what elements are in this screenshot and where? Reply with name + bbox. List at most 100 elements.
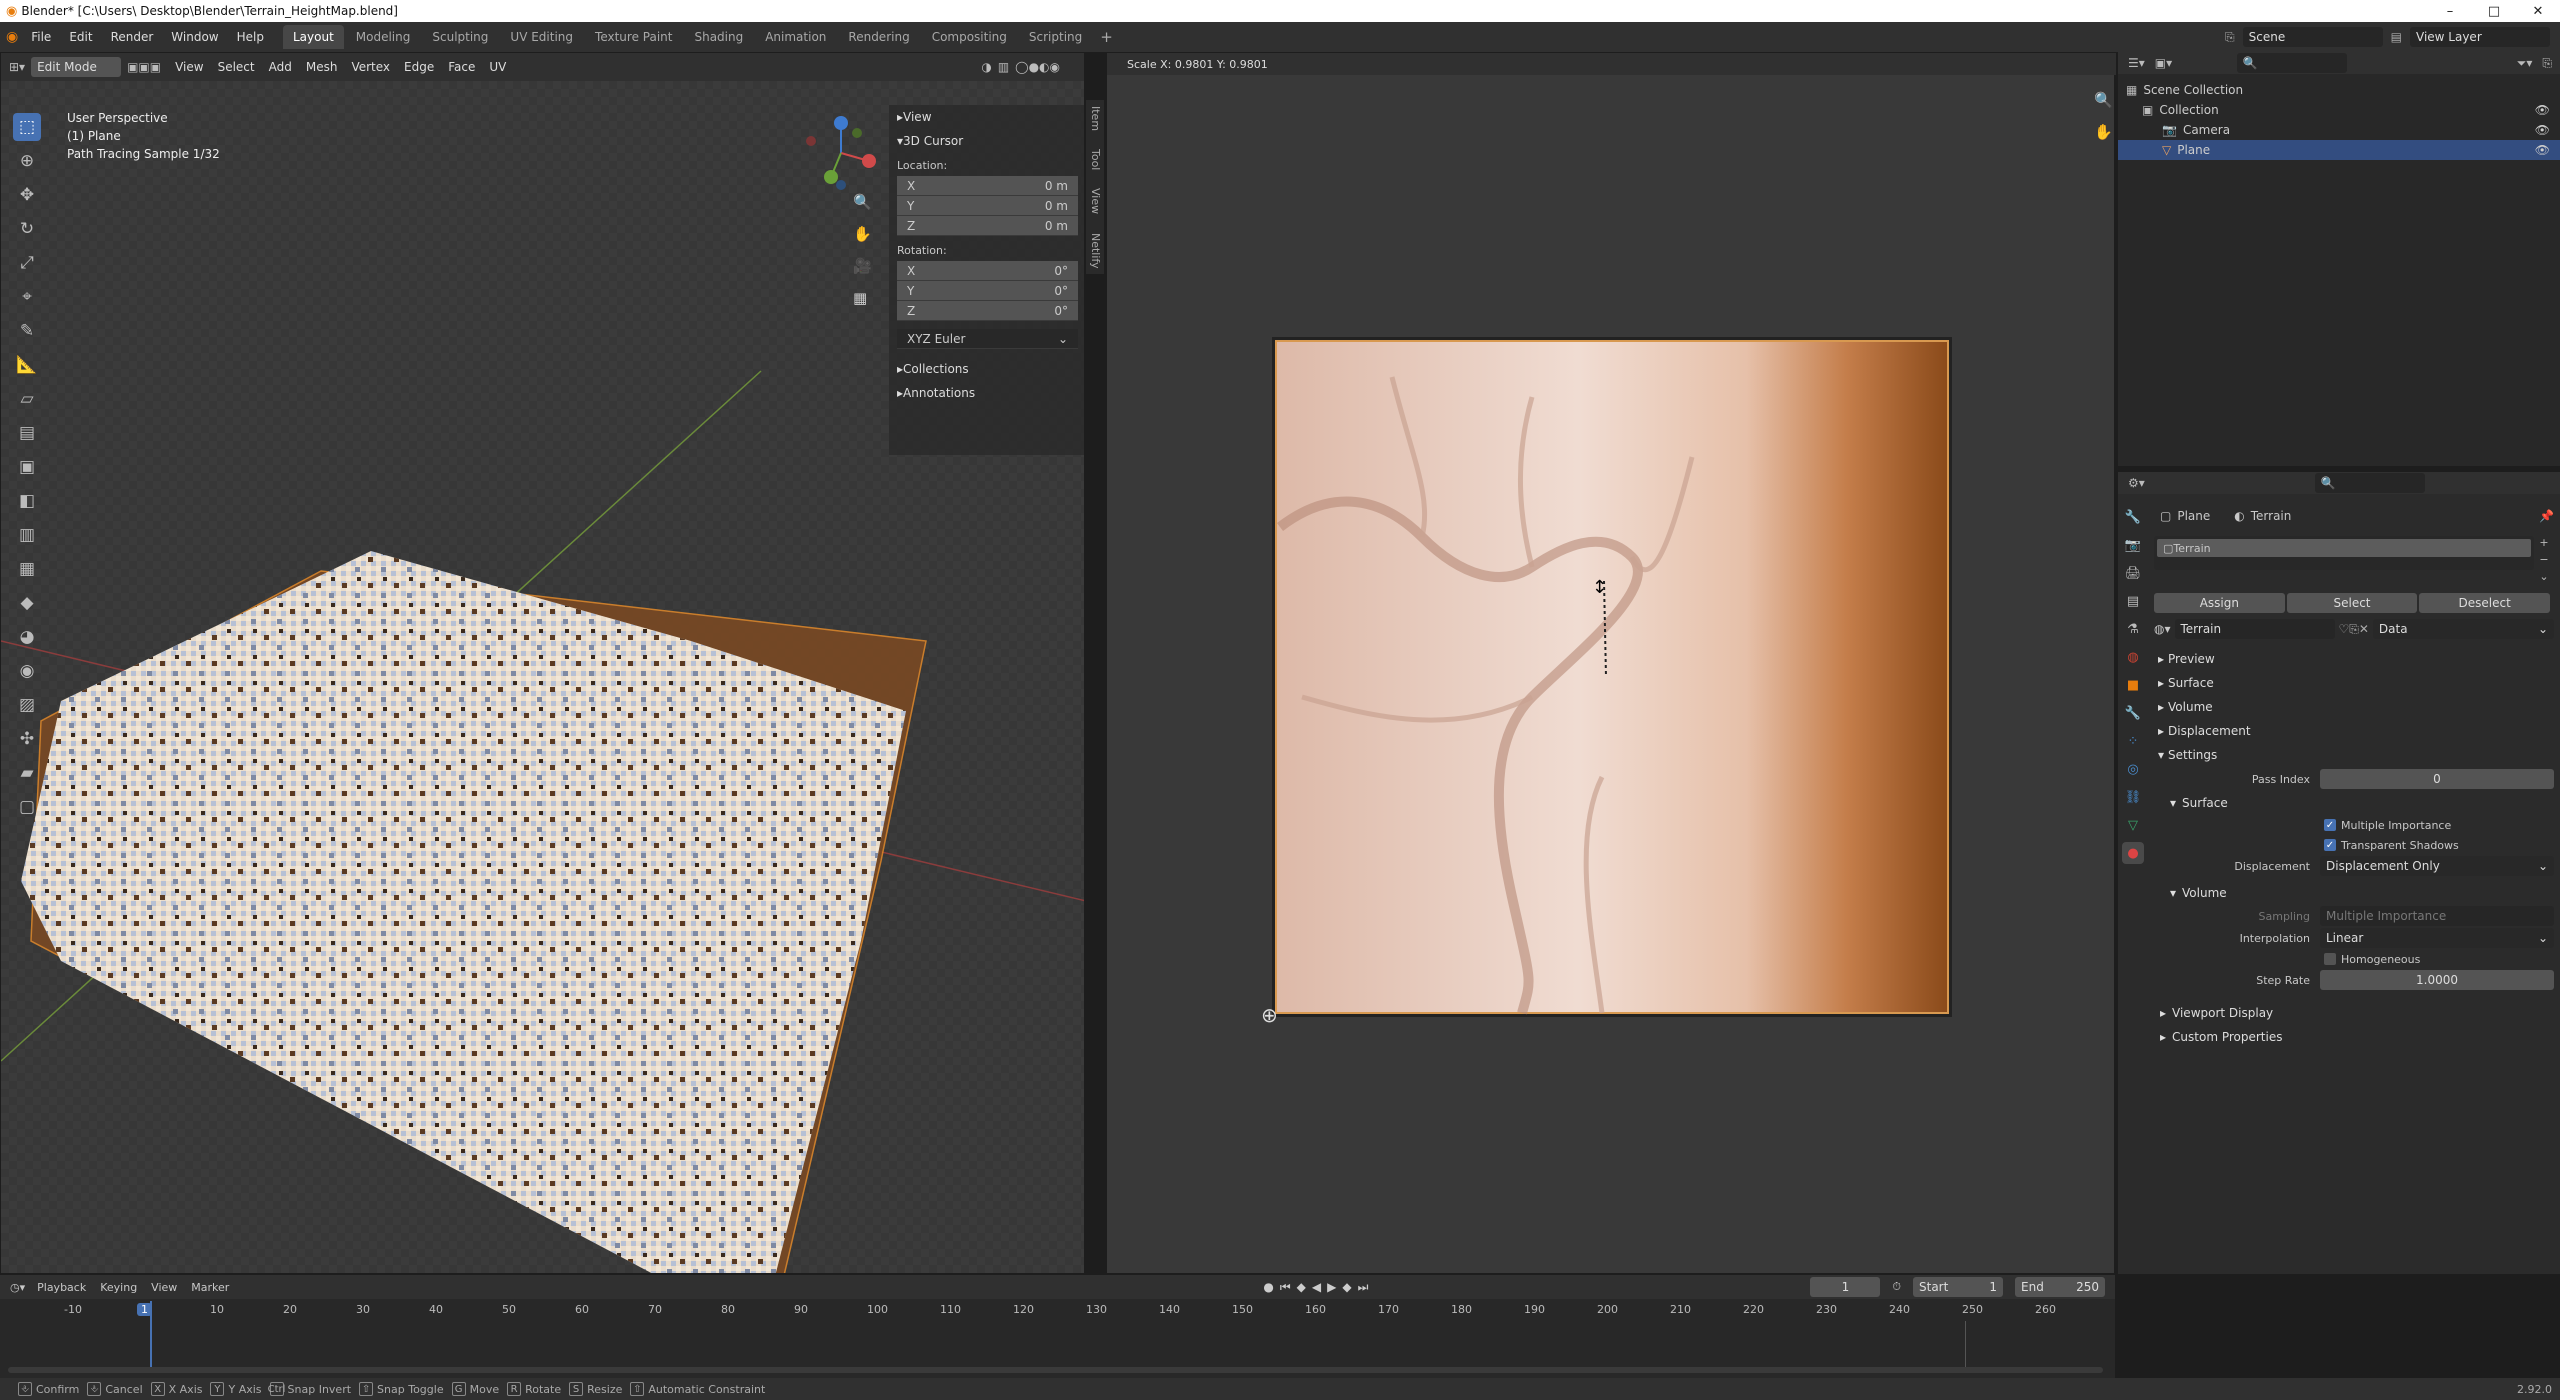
next-key-icon[interactable]: ◆ [1342,1280,1351,1294]
scene-field[interactable]: Scene [2242,27,2383,47]
3d-viewport[interactable]: ⊞▾ Edit Mode ▣▣▣ View Select Add Mesh Vertex… [0,52,1085,1274]
n-tab-item[interactable]: Item [1086,100,1104,137]
zoom-icon[interactable]: 🔍 [2094,91,2113,109]
play-reverse-icon[interactable]: ◀ [1312,1280,1321,1294]
rip-tool-icon[interactable]: ▢ [13,793,41,821]
menu-help[interactable]: Help [228,30,273,44]
scale-tool-icon[interactable]: ⤢ [13,249,41,277]
rotation-mode-select[interactable]: XYZ Euler ⌄ [897,329,1078,349]
interpolation-select[interactable]: Linear ⌄ [2320,928,2554,948]
panel-custom-properties[interactable]: ▸ Custom Properties [2160,1025,2554,1049]
panel-settings[interactable]: ▾ Settings [2154,743,2554,767]
current-frame-field[interactable]: 1 [1810,1277,1881,1297]
panel-3d-cursor[interactable]: ▾ 3D Cursor [889,129,1084,153]
outliner-row-plane[interactable]: ▽ Plane 👁 [2118,140,2560,160]
timeline-menu-marker[interactable]: Marker [191,1281,229,1294]
outliner-row-scene-collection[interactable]: ▦ Scene Collection [2118,80,2560,100]
display-mode-icon[interactable]: ▣▾ [2155,56,2172,70]
panel-volume[interactable]: ▸ Volume [2154,695,2554,719]
select-button[interactable]: Select [2286,593,2418,613]
physics-tab-icon[interactable]: ◎ [2122,758,2144,780]
properties-editor-icon[interactable]: ⚙▾ [2128,476,2145,490]
spin-tool-icon[interactable]: ◕ [13,623,41,651]
2d-cursor-icon[interactable]: ⊕ [1261,1003,1278,1027]
start-frame-field[interactable]: Start 1 [1913,1277,2003,1297]
scene-icon[interactable]: ⎘ [2225,30,2235,45]
add-slot-icon[interactable]: + [2539,536,2548,549]
outliner-search-input[interactable]: 🔍 [2236,53,2347,73]
overlays-icon[interactable]: ◑ [981,60,991,74]
playhead[interactable] [150,1301,152,1371]
fake-user-icon[interactable]: ♡⎘✕ [2339,622,2369,637]
timeline-menu-view[interactable]: View [151,1281,177,1294]
shading-icons[interactable]: ◯●◐◉ [1015,60,1060,74]
panel-settings-surface[interactable]: ▾ Surface [2160,791,2554,815]
add-cube-tool-icon[interactable]: ▱ [13,385,41,413]
heightmap-image[interactable]: ↕ [1272,337,1952,1017]
filter-icon[interactable]: ⏷▾ [2517,56,2533,71]
timeline-editor-icon[interactable]: ◷▾ [10,1281,25,1294]
panel-displacement[interactable]: ▸ Displacement [2154,719,2554,743]
timeline-menu-playback[interactable]: Playback [37,1281,86,1294]
close-button[interactable]: ✕ [2516,4,2560,19]
transform-tool-icon[interactable]: ⌖ [13,283,41,311]
blender-menu-icon[interactable]: ◉ [6,29,18,45]
end-frame-field[interactable]: End 250 [2015,1277,2105,1297]
rot-z-field[interactable]: Z 0° [897,301,1078,321]
inset-tool-icon[interactable]: ▣ [13,453,41,481]
n-tab-view[interactable]: View [1086,182,1104,220]
menu-render[interactable]: Render [102,30,163,44]
extrude-tool-icon[interactable]: ▤ [13,419,41,447]
tab-sculpting[interactable]: Sculpting [422,25,498,49]
tab-rendering[interactable]: Rendering [838,25,919,49]
slot-menu-icon[interactable]: ⌄ [2539,570,2548,583]
maximize-button[interactable]: □ [2472,4,2516,19]
remove-slot-icon[interactable]: − [2539,553,2548,566]
jump-start-icon[interactable]: ⏮ [1280,1280,1291,1295]
constraints-tab-icon[interactable]: ⛓ [2122,786,2144,808]
n-tab-netlify[interactable]: Netlify [1086,227,1104,275]
bevel-tool-icon[interactable]: ◧ [13,487,41,515]
new-collection-icon[interactable]: ⎘ [2542,56,2552,71]
outliner-row-camera[interactable]: 📷 Camera 👁 [2118,120,2560,140]
tool-tab-icon[interactable]: 🔧 [2122,506,2144,528]
multiple-importance-checkbox[interactable]: ✓ [2324,819,2336,831]
n-tab-tool[interactable]: Tool [1086,143,1104,176]
deselect-button[interactable]: Deselect [2419,593,2551,613]
viewport-menu-face[interactable]: Face [448,60,475,74]
frame-ruler[interactable]: -10 1 10 20 30 40 50 60 70 80 90 100 110 120 130 140 150… [0,1301,2115,1321]
loc-y-field[interactable]: Y0 m [897,196,1078,216]
camera-view-icon[interactable]: 🎥 [853,257,872,275]
transparent-shadows-checkbox[interactable]: ✓ [2324,839,2336,851]
rot-y-field[interactable]: Y 0° [897,281,1078,301]
viewport-menu-select[interactable]: Select [218,60,255,74]
viewport-menu-view[interactable]: View [175,60,203,74]
link-select[interactable]: Data ⌄ [2372,619,2554,639]
tab-scripting[interactable]: Scripting [1019,25,1092,49]
homogeneous-checkbox[interactable] [2324,953,2336,965]
record-icon[interactable]: ● [1263,1280,1273,1294]
shear-tool-icon[interactable]: ▰ [13,759,41,787]
material-slot-list[interactable]: ▢ Terrain [2154,536,2534,570]
loc-z-field[interactable]: Z0 m [897,216,1078,236]
shrink-tool-icon[interactable]: ✣ [13,725,41,753]
displacement-select[interactable]: Displacement Only ⌄ [2320,856,2554,876]
pan-hand-icon[interactable]: ✋ [2094,123,2113,141]
output-tab-icon[interactable]: 🖨 [2122,562,2144,584]
menu-file[interactable]: File [22,30,60,44]
poly-build-tool-icon[interactable]: ◆ [13,589,41,617]
loop-cut-tool-icon[interactable]: ▥ [13,521,41,549]
step-rate-field[interactable]: 1.0000 [2320,970,2554,990]
editor-type-icon[interactable]: ⊞▾ [9,60,25,74]
cursor-tool-icon[interactable]: ⊕ [13,147,41,175]
panel-collections[interactable]: ▸ Collections [889,357,1084,381]
pass-index-field[interactable]: 0 [2320,769,2554,789]
viewport-menu-mesh[interactable]: Mesh [306,60,338,74]
play-icon[interactable]: ▶ [1327,1280,1336,1294]
tab-animation[interactable]: Animation [755,25,836,49]
minimize-button[interactable]: – [2428,4,2472,19]
timeline-scrollbar[interactable] [8,1367,2103,1373]
material-tab-icon[interactable]: ● [2122,842,2144,864]
jump-end-icon[interactable]: ⏭ [1358,1280,1369,1295]
navigation-gizmo[interactable] [801,113,881,193]
